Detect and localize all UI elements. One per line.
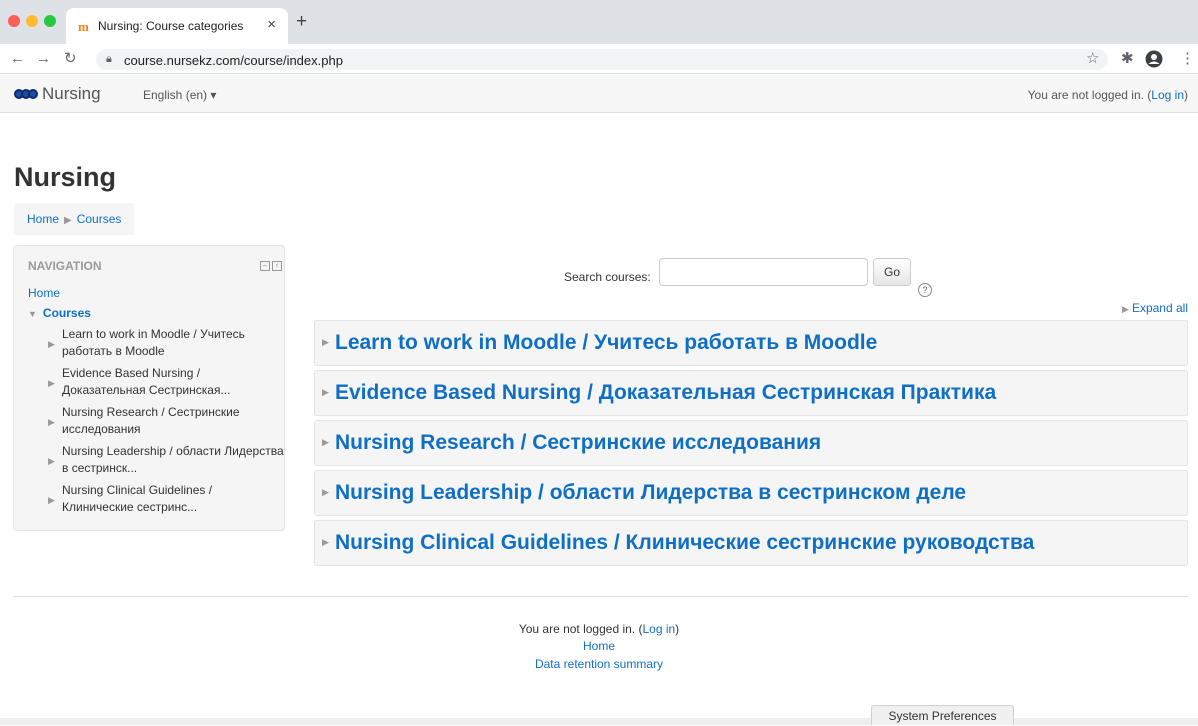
category-name[interactable]: Learn to work in Moodle / Учитесь работа… — [335, 331, 877, 355]
nav-course-label: Nursing Research / Сестринские исследова… — [62, 405, 240, 436]
dock-block-icon[interactable]: – — [260, 261, 270, 271]
back-arrow-icon[interactable]: ← — [10, 50, 25, 67]
nav-course-item[interactable]: ▶ Learn to work in Moodle / Учитесь работ… — [48, 326, 284, 360]
category-name[interactable]: Evidence Based Nursing / Доказательная С… — [335, 381, 996, 405]
collapsed-arrow-icon: ▶ — [322, 537, 329, 547]
address-bar: ← → ↻ 🔒︎ course.nursekz.com/course/index… — [0, 44, 1198, 74]
new-tab-button[interactable]: + — [296, 12, 307, 31]
nav-courses-label: Courses — [42, 306, 91, 320]
system-preferences-tooltip: System Preferences — [871, 705, 1014, 725]
moodle-m-icon: m — [78, 19, 89, 34]
breadcrumb-courses[interactable]: Courses — [77, 212, 122, 226]
site-brand[interactable]: Nursing — [42, 84, 101, 104]
language-menu[interactable]: English (en) ▾ — [143, 88, 216, 102]
expand-all-label: Expand all — [1131, 301, 1188, 315]
footer-home-link[interactable]: Home — [583, 639, 615, 653]
nav-course-label: Nursing Clinical Guidelines / Клинически… — [62, 483, 213, 514]
breadcrumb: Home ▶ Courses — [14, 203, 135, 235]
collapsed-arrow-icon: ▶ — [322, 337, 329, 347]
login-info-text: You are not logged in. ( — [1027, 88, 1152, 102]
course-category[interactable]: ▶ Learn to work in Moodle / Учитесь работ… — [314, 320, 1188, 366]
footer-login-link[interactable]: Log in — [642, 622, 675, 636]
bookmark-star-icon[interactable]: ☆ — [1086, 50, 1099, 67]
site-navbar: Nursing English (en) ▾ You are not logge… — [0, 75, 1198, 113]
course-category[interactable]: ▶ Nursing Clinical Guidelines / Клиническ… — [314, 520, 1188, 566]
url-text: course.nursekz.com/course/index.php — [124, 53, 343, 68]
collapsed-arrow-icon: ▶ — [48, 495, 55, 505]
navigation-block: NAVIGATION – ‹ Home ▼ Courses ▶ Learn to w… — [13, 245, 285, 531]
nav-courses-node[interactable]: ▼ Courses — [28, 306, 91, 320]
collapsed-arrow-icon: ▶ — [322, 387, 329, 397]
search-courses-label: Search courses: — [564, 270, 651, 284]
nav-course-item[interactable]: ▶ Nursing Research / Сестринские исследов… — [48, 404, 284, 438]
login-link[interactable]: Log in — [1151, 88, 1184, 102]
breadcrumb-home[interactable]: Home — [27, 212, 59, 226]
extensions-puzzle-icon[interactable]: ✱ — [1121, 50, 1134, 67]
nav-home-link[interactable]: Home — [28, 286, 60, 300]
profile-avatar-icon[interactable] — [1145, 50, 1163, 72]
collapsed-arrow-icon: ▶ — [322, 487, 329, 497]
category-name[interactable]: Nursing Research / Сестринские исследова… — [335, 431, 821, 455]
help-icon[interactable]: ? — [918, 283, 932, 297]
tab-title: Nursing: Course categories — [98, 19, 244, 33]
collapsed-arrow-icon: ▶ — [322, 437, 329, 447]
footer-login-close: ) — [675, 622, 680, 636]
nav-course-label: Learn to work in Moodle / Учитесь работа… — [62, 327, 245, 358]
expand-arrow-icon: ▶ — [1122, 304, 1129, 314]
course-category[interactable]: ▶ Evidence Based Nursing / Доказательная … — [314, 370, 1188, 416]
search-courses-input[interactable] — [659, 258, 868, 286]
dock-strip — [0, 718, 1198, 725]
course-category[interactable]: ▶ Nursing Research / Сестринские исследов… — [314, 420, 1188, 466]
browser-tab[interactable]: m Nursing: Course categories × — [66, 8, 288, 44]
category-name[interactable]: Nursing Clinical Guidelines / Клинически… — [335, 531, 1034, 555]
navigation-heading: NAVIGATION — [28, 259, 102, 273]
login-info-close: ) — [1184, 88, 1188, 102]
nav-course-label: Nursing Leadership / области Лидерства в… — [62, 444, 284, 475]
lock-icon: 🔒︎ — [106, 53, 112, 65]
footer-login-text: You are not logged in. ( — [518, 622, 643, 636]
search-go-button[interactable]: Go — [873, 258, 911, 286]
footer-divider — [13, 596, 1188, 597]
expand-all-link[interactable]: ▶ Expand all — [1122, 301, 1188, 315]
window-close-button[interactable] — [8, 15, 20, 27]
data-retention-link[interactable]: Data retention summary — [535, 657, 663, 671]
reload-icon[interactable]: ↻ — [64, 50, 77, 67]
browser-tab-bar: m Nursing: Course categories × + — [0, 0, 1198, 44]
footer-login-info: You are not logged in. (Log in) — [0, 622, 1198, 636]
window-zoom-button[interactable] — [44, 15, 56, 27]
forward-arrow-icon[interactable]: → — [36, 50, 51, 67]
site-logo-icon[interactable] — [14, 89, 38, 99]
close-tab-icon[interactable]: × — [267, 16, 276, 33]
collapse-block-icon[interactable]: ‹ — [272, 261, 282, 271]
collapsed-arrow-icon: ▶ — [48, 378, 55, 388]
collapsed-arrow-icon: ▶ — [48, 339, 55, 349]
collapsed-arrow-icon: ▶ — [48, 417, 55, 427]
browser-menu-icon[interactable]: ⋮ — [1180, 50, 1195, 67]
nav-course-item[interactable]: ▶ Nursing Clinical Guidelines / Клиническ… — [48, 482, 284, 516]
breadcrumb-separator-icon: ▶ — [64, 215, 72, 226]
login-info: You are not logged in. (Log in) — [1028, 88, 1188, 102]
nav-course-item[interactable]: ▶ Evidence Based Nursing / Доказательная … — [48, 365, 284, 399]
page-title: Nursing — [14, 162, 117, 192]
course-category[interactable]: ▶ Nursing Leadership / области Лидерства … — [314, 470, 1188, 516]
category-name[interactable]: Nursing Leadership / области Лидерства в… — [335, 481, 966, 505]
collapsed-arrow-icon: ▶ — [48, 456, 55, 466]
nav-course-item[interactable]: ▶ Nursing Leadership / области Лидерства … — [48, 443, 284, 477]
nav-course-label: Evidence Based Nursing / Доказательная С… — [62, 366, 231, 397]
expanded-triangle-icon: ▼ — [28, 309, 37, 319]
url-field[interactable]: 🔒︎ course.nursekz.com/course/index.php — [96, 49, 1108, 70]
window-minimize-button[interactable] — [26, 15, 38, 27]
